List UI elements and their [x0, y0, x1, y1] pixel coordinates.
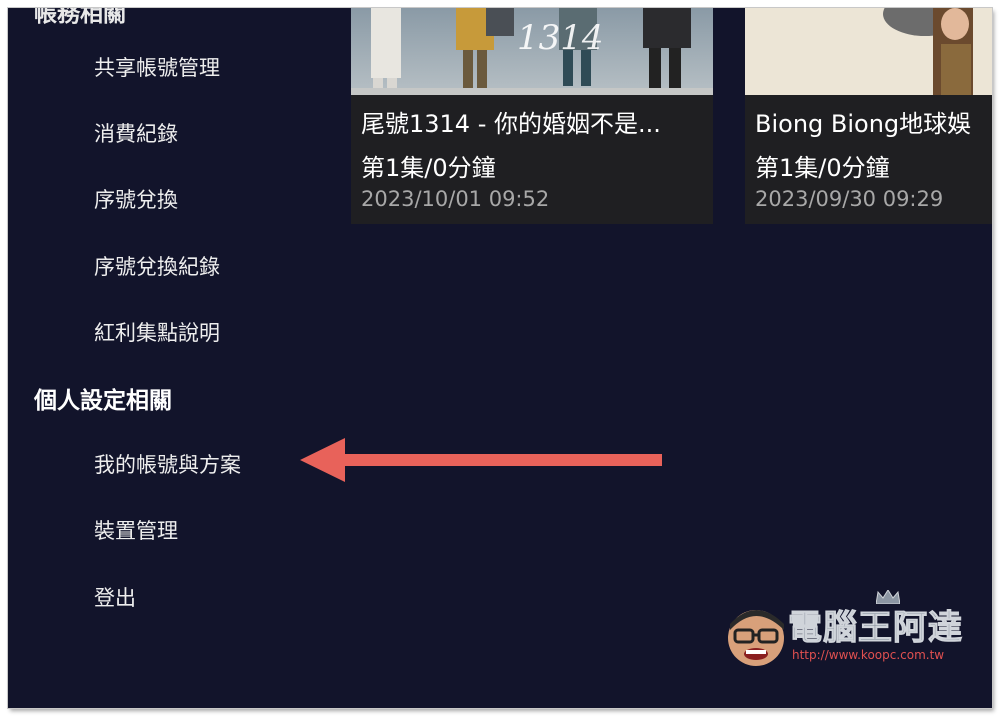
- thumbnail-image: [745, 8, 992, 95]
- card-episode: 第1集/0分鐘: [361, 154, 496, 182]
- watermark-title: 電腦王阿達: [788, 608, 963, 649]
- sidebar-item-redeem-history[interactable]: 序號兌換紀錄: [94, 251, 220, 281]
- card-date: 2023/09/30 09:29: [755, 187, 944, 211]
- watermark-url: http://www.koopc.com.tw: [792, 648, 945, 662]
- mascot-face-icon: [728, 610, 784, 666]
- app-window: 帳務相關 共享帳號管理 消費紀錄 序號兌換 序號兌換紀錄 紅利集點說明 個人設定…: [8, 8, 992, 708]
- card-date: 2023/10/01 09:52: [361, 187, 550, 211]
- history-card[interactable]: 1314 尾號1314 - 你的婚姻不是... 第1集/0分鐘 2023/10/…: [351, 8, 713, 224]
- sidebar-item-my-account-plan[interactable]: 我的帳號與方案: [94, 449, 241, 479]
- sidebar-item-shared-account[interactable]: 共享帳號管理: [94, 52, 220, 82]
- history-card[interactable]: Biong Biong地球娛 第1集/0分鐘 2023/09/30 09:29: [745, 8, 992, 224]
- sidebar-item-device-management[interactable]: 裝置管理: [94, 515, 178, 545]
- section-header-billing: 帳務相關: [34, 8, 126, 27]
- sidebar-item-redeem-code[interactable]: 序號兌換: [94, 184, 178, 214]
- thumbnail-overlay-text: 1314: [517, 18, 604, 58]
- sidebar-item-purchase-history[interactable]: 消費紀錄: [94, 118, 178, 148]
- video-thumbnail: [745, 8, 992, 95]
- annotation-arrow-icon: [300, 438, 662, 482]
- section-header-personal-settings: 個人設定相關: [34, 388, 172, 414]
- card-episode: 第1集/0分鐘: [755, 154, 890, 182]
- video-thumbnail: 1314: [351, 8, 713, 95]
- sidebar-item-bonus-points[interactable]: 紅利集點說明: [94, 317, 220, 347]
- watermark: 電腦王阿達 http://www.koopc.com.tw: [726, 590, 992, 676]
- card-title: 尾號1314 - 你的婚姻不是...: [361, 110, 661, 138]
- card-title: Biong Biong地球娛: [755, 110, 972, 138]
- sidebar-item-logout[interactable]: 登出: [94, 582, 136, 612]
- sidebar: 帳務相關 共享帳號管理 消費紀錄 序號兌換 序號兌換紀錄 紅利集點說明 個人設定…: [8, 8, 338, 708]
